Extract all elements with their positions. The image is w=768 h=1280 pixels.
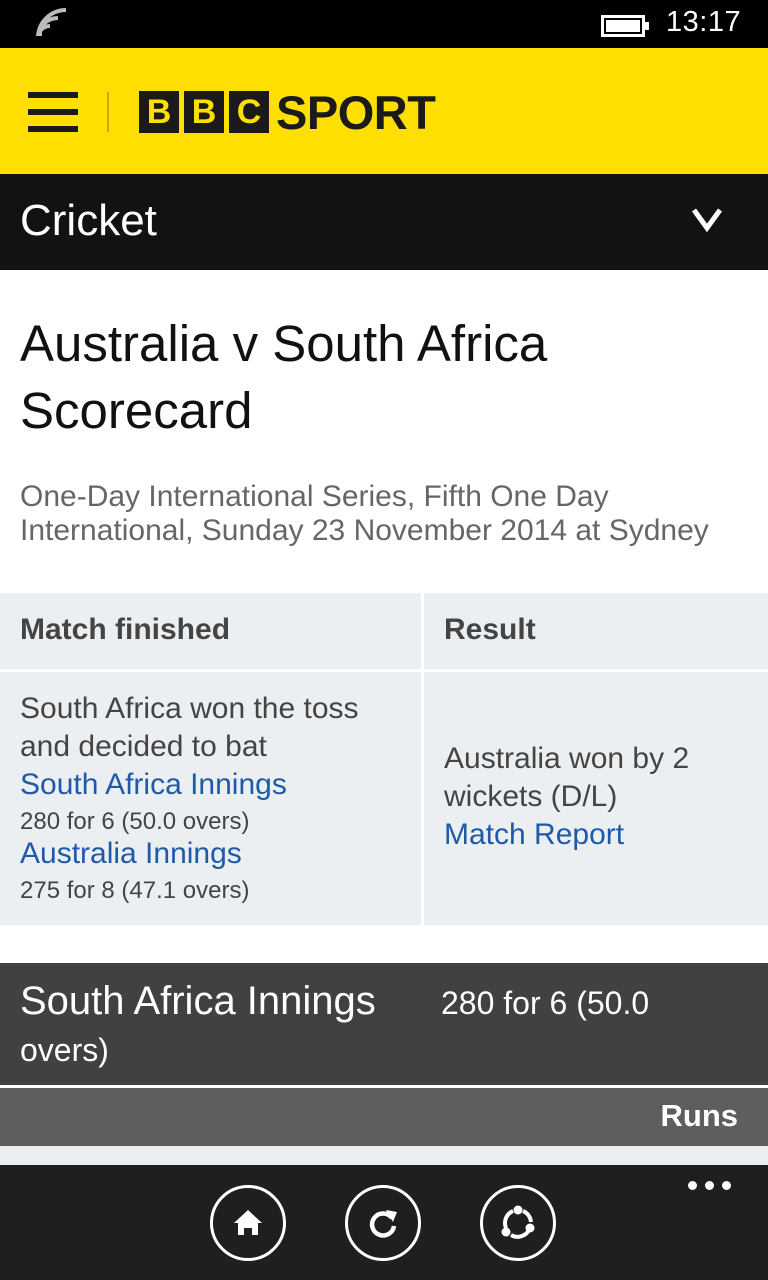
result-text: Australia won by 2 wickets (D/L) [444, 742, 690, 813]
header-divider [107, 92, 109, 132]
app-bar [0, 1165, 768, 1280]
section-selector[interactable]: Cricket [0, 174, 768, 270]
south-africa-innings-score: 280 for 6 (50.0 overs) [20, 808, 250, 835]
page-title: Australia v South Africa Scorecard [20, 315, 548, 439]
innings-score: 280 for 6 (50.0 [441, 985, 650, 1021]
refresh-icon [369, 1210, 397, 1238]
logo-letter-c: C [229, 91, 269, 133]
australia-innings-link[interactable]: Australia Innings [20, 837, 242, 871]
batting-column-header: Runs [0, 1088, 768, 1146]
result-body-cell: Australia won by 2 wickets (D/L) Match R… [424, 672, 768, 925]
home-icon [234, 1210, 262, 1235]
signal-icon [36, 8, 67, 40]
battery-icon [601, 15, 649, 37]
bbc-sport-logo[interactable]: B B C SPORT [139, 85, 436, 139]
status-time: 13:17 [666, 6, 742, 38]
south-africa-innings-link[interactable]: South Africa Innings [20, 768, 287, 802]
innings-header: South Africa Innings 280 for 6 (50.0 ove… [0, 963, 768, 1085]
refresh-button[interactable] [345, 1185, 421, 1261]
match-report-link[interactable]: Match Report [444, 818, 624, 852]
runs-column-label: Runs [660, 1098, 739, 1133]
section-title: Cricket [20, 196, 157, 245]
app-header: B B C SPORT [0, 48, 768, 174]
match-subtitle: One-Day International Series, Fifth One … [20, 480, 709, 547]
australia-innings-score: 275 for 8 (47.1 overs) [20, 877, 250, 904]
result-header-cell: Result [424, 593, 768, 669]
logo-word-sport: SPORT [276, 85, 436, 139]
status-body-cell: South Africa won the toss and decided to… [0, 672, 421, 925]
innings-name: South Africa Innings [20, 979, 376, 1023]
logo-letter-b2: B [184, 91, 224, 133]
chevron-down-icon[interactable] [690, 204, 724, 234]
share-icon [501, 1205, 535, 1239]
table-row [0, 1146, 768, 1166]
result-header: Result [444, 613, 536, 646]
toss-text: South Africa won the toss and decided to… [20, 692, 359, 763]
innings-overs: overs) [20, 1032, 109, 1068]
home-button[interactable] [210, 1185, 286, 1261]
share-button[interactable] [480, 1185, 556, 1261]
hamburger-menu-icon[interactable] [28, 92, 78, 132]
status-header: Match finished [20, 613, 231, 646]
more-options-icon[interactable] [688, 1181, 732, 1195]
match-summary-table: Match finished Result South Africa won t… [0, 593, 768, 925]
logo-letter-b1: B [139, 91, 179, 133]
status-header-cell: Match finished [0, 593, 421, 669]
status-bar: 13:17 [0, 0, 768, 48]
